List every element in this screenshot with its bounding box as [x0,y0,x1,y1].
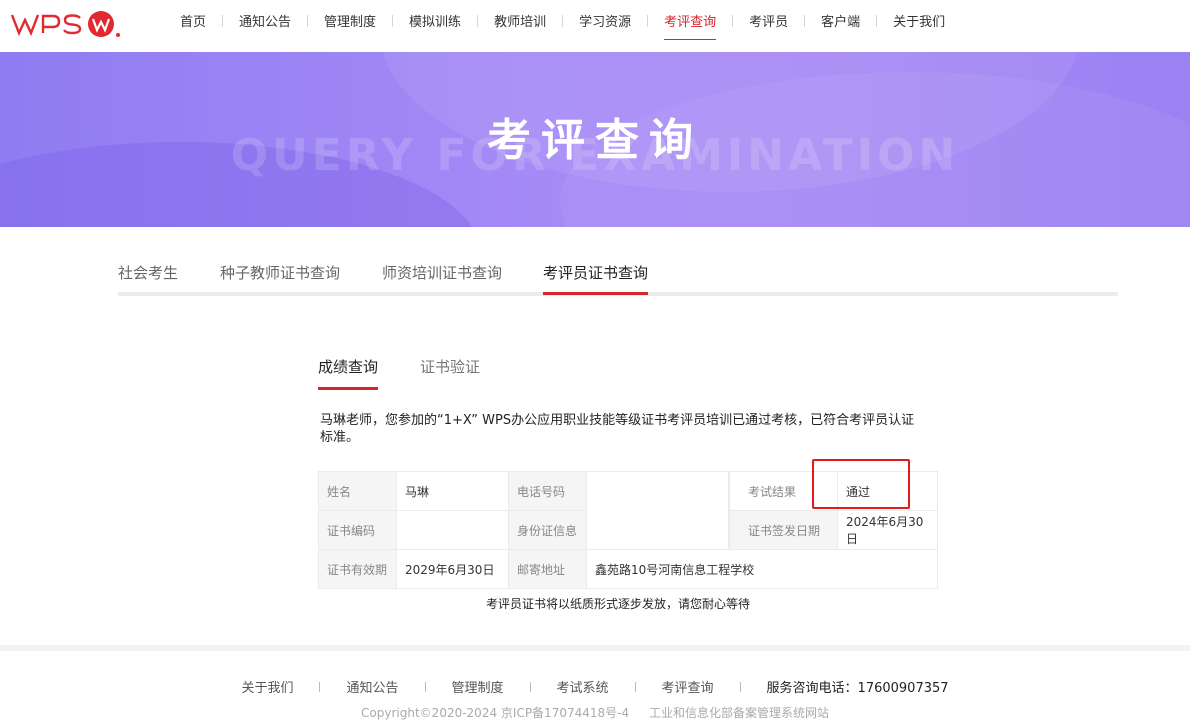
issue-date-label: 证书签发日期 [729,510,838,550]
result-highlight-box [812,459,910,509]
tab-examiner-certificate[interactable]: 考评员证书查询 [543,262,648,283]
table-row: 证书有效期 2029年6月30日 邮寄地址 鑫苑路10号河南信息工程学校 [318,549,938,589]
footer-link-exam-query[interactable]: 考评查询 [662,677,714,696]
nav-learning-resources[interactable]: 学习资源 [563,0,647,40]
nav-teacher-training[interactable]: 教师培训 [478,0,562,40]
top-header: 首页 通知公告 管理制度 模拟训练 教师培训 学习资源 考评查询 考评员 客户端… [0,0,1190,52]
name-label: 姓名 [318,471,397,511]
tab-seed-teacher-certificate[interactable]: 种子教师证书查询 [220,262,340,283]
nav-mock-training[interactable]: 模拟训练 [393,0,477,40]
active-tab-indicator [543,292,648,295]
phone-value [586,471,729,550]
phone-label: 电话号码 [508,471,587,511]
issue-date-value: 2024年6月30日 [837,510,938,550]
validity-value: 2029年6月30日 [396,549,509,589]
footer-link-about-us[interactable]: 关于我们 [241,677,293,696]
query-type-tabs: 社会考生 种子教师证书查询 师资培训证书查询 考评员证书查询 [118,258,1118,296]
wps-logo[interactable] [10,8,126,40]
footer-link-notices[interactable]: 通知公告 [346,677,398,696]
nav-notices[interactable]: 通知公告 [223,0,307,40]
mailing-address-label: 邮寄地址 [508,549,587,589]
main-nav: 首页 通知公告 管理制度 模拟训练 教师培训 学习资源 考评查询 考评员 客户端… [164,0,961,52]
banner-title: 考评查询 [487,115,703,166]
footer-divider [634,681,636,692]
footer-links: 关于我们 通知公告 管理制度 考试系统 考评查询 服务咨询电话：17600907… [0,677,1190,696]
nav-exam-query[interactable]: 考评查询 [648,0,732,40]
footer-divider [739,681,741,692]
nav-regulations[interactable]: 管理制度 [308,0,392,40]
tab-social-candidates[interactable]: 社会考生 [118,262,178,283]
certificate-delivery-note: 考评员证书将以纸质形式逐步发放，请您耐心等待 [485,597,750,611]
validity-label: 证书有效期 [318,549,397,589]
tab-teacher-training-certificate[interactable]: 师资培训证书查询 [382,262,502,283]
nav-examiner[interactable]: 考评员 [733,0,804,40]
nav-about-us[interactable]: 关于我们 [877,0,961,40]
certificate-number-value [396,510,509,550]
nav-client[interactable]: 客户端 [805,0,876,40]
name-value: 马琳 [396,471,509,511]
nav-home[interactable]: 首页 [164,0,222,40]
tab-score-query[interactable]: 成绩查询 [318,356,378,377]
copyright-line: Copyright©2020-2024 京ICP备17074418号-4 工业和… [0,704,1190,721]
certificate-number-label: 证书编码 [318,510,397,550]
id-info-label: 身份证信息 [508,510,587,550]
footer-divider [424,681,426,692]
page-banner: QUERY FOR EXAMINATION 考评查询 [0,52,1190,227]
footer-divider [529,681,531,692]
mailing-address-value: 鑫苑路10号河南信息工程学校 [586,549,938,589]
active-subtab-indicator [318,387,378,390]
result-message: 马琳老师，您参加的“1+X” WPS办公应用职业技能等级证书考评员培训已通过考核… [320,413,915,445]
service-phone: 服务咨询电话：17600907357 [766,681,949,696]
page-footer: 关于我们 通知公告 管理制度 考试系统 考评查询 服务咨询电话：17600907… [0,645,1190,721]
tab-certificate-verification[interactable]: 证书验证 [420,356,480,377]
footer-divider [319,681,321,692]
footer-link-exam-system[interactable]: 考试系统 [557,677,609,696]
footer-link-regulations[interactable]: 管理制度 [452,677,504,696]
